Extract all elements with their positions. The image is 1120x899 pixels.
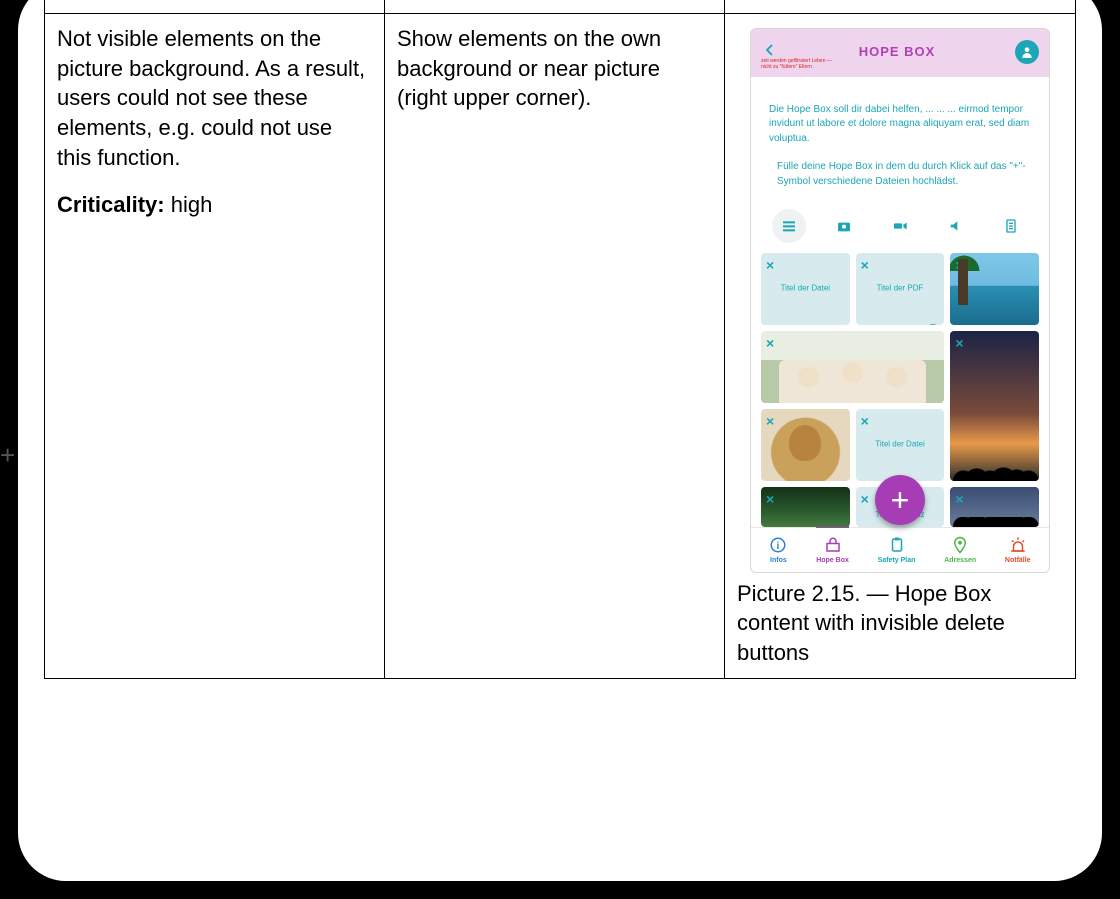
nav-label: Hope Box (816, 556, 849, 565)
problem-text: Not visible elements on the picture back… (57, 24, 372, 172)
header-sublabel: zeit werden gefiltratert Leben — nicht z… (761, 59, 841, 70)
close-icon[interactable]: × (955, 490, 963, 509)
nav-safetyplan[interactable]: Safety Plan (878, 536, 916, 565)
close-icon[interactable]: × (861, 412, 869, 431)
tile-photo-dog[interactable]: × (761, 409, 850, 481)
video-icon[interactable] (883, 209, 917, 243)
close-icon[interactable]: × (766, 256, 774, 275)
tile-label: Titel der PDF (860, 284, 940, 295)
nav-hopebox[interactable]: Hope Box (816, 525, 849, 565)
solution-text: Show elements on the own background or n… (397, 24, 712, 113)
bottom-nav: i Infos Hope Box Safety Plan (751, 527, 1049, 571)
tile-file-2[interactable]: × Titel der Datei (856, 409, 945, 481)
criticality-label: Criticality: (57, 192, 165, 217)
app-title: HOPE BOX (859, 43, 936, 61)
table-header-divider (45, 0, 1076, 14)
close-icon[interactable]: × (955, 334, 963, 353)
tile-photo-forest[interactable]: × (761, 487, 850, 527)
criticality-line: Criticality: high (57, 190, 372, 220)
nav-adressen[interactable]: Adressen (944, 536, 976, 565)
close-icon[interactable]: × (766, 490, 774, 509)
nav-label: Safety Plan (878, 556, 916, 565)
sound-icon[interactable] (939, 209, 973, 243)
cell-screenshot: HOPE BOX zeit werden gefiltratert Leben … (725, 14, 1076, 679)
app-header: HOPE BOX zeit werden gefiltratert Leben … (751, 29, 1049, 77)
close-icon[interactable]: × (861, 490, 869, 509)
hint-text: Fülle deine Hope Box in dem du durch Kli… (777, 160, 1031, 189)
issue-table: Not visible elements on the picture back… (44, 0, 1076, 679)
nav-notfalle[interactable]: Notfälle (1005, 536, 1031, 565)
sound-icon (834, 311, 844, 321)
profile-icon[interactable] (1015, 40, 1039, 64)
hint-row: Fülle deine Hope Box in dem du durch Kli… (769, 160, 1031, 189)
cell-problem: Not visible elements on the picture back… (45, 14, 385, 679)
nav-infos[interactable]: i Infos (769, 536, 787, 565)
close-icon[interactable]: × (766, 412, 774, 431)
sound-icon (928, 467, 938, 477)
tile-photo-palm[interactable]: × (950, 253, 1039, 325)
document-page: Not visible elements on the picture back… (18, 0, 1102, 881)
camera-icon (1023, 467, 1033, 477)
cell-solution: Show elements on the own background or n… (385, 14, 725, 679)
camera-icon (1023, 311, 1033, 321)
camera-icon (928, 389, 938, 399)
add-button[interactable]: + (875, 475, 925, 525)
nav-label: Infos (770, 556, 787, 565)
close-icon[interactable]: × (766, 334, 774, 353)
close-icon[interactable]: × (955, 256, 963, 275)
intro-text: Die Hope Box soll dir dabei helfen, ... … (769, 103, 1031, 147)
app-body: Die Hope Box soll dir dabei helfen, ... … (751, 77, 1049, 204)
file-icon (928, 311, 938, 321)
close-icon[interactable]: × (861, 256, 869, 275)
tile-label: Titel der Datei (860, 440, 940, 451)
list-icon[interactable] (772, 209, 806, 243)
svg-text:i: i (777, 541, 780, 552)
filter-bar (751, 203, 1049, 253)
figure-caption: Picture 2.15. — Hope Box content with in… (737, 579, 1063, 668)
file-icon[interactable] (994, 209, 1028, 243)
nav-label: Adressen (944, 556, 976, 565)
tile-file-1[interactable]: × Titel der Datei (761, 253, 850, 325)
table-row: Not visible elements on the picture back… (45, 14, 1076, 679)
tile-photo-family[interactable]: × (761, 331, 944, 403)
tile-photo-extra[interactable]: × (950, 487, 1039, 527)
plus-icon: + (891, 484, 910, 516)
tile-pdf[interactable]: × Titel der PDF (856, 253, 945, 325)
tile-photo-sunset[interactable]: × (950, 331, 1039, 481)
app-screenshot: HOPE BOX zeit werden gefiltratert Leben … (750, 28, 1050, 573)
edge-plus-mark: + (0, 440, 15, 471)
criticality-value: high (171, 192, 213, 217)
tile-label: Titel der Datei (765, 284, 845, 295)
nav-label: Notfälle (1005, 556, 1031, 565)
camera-icon[interactable] (827, 209, 861, 243)
camera-icon (834, 467, 844, 477)
